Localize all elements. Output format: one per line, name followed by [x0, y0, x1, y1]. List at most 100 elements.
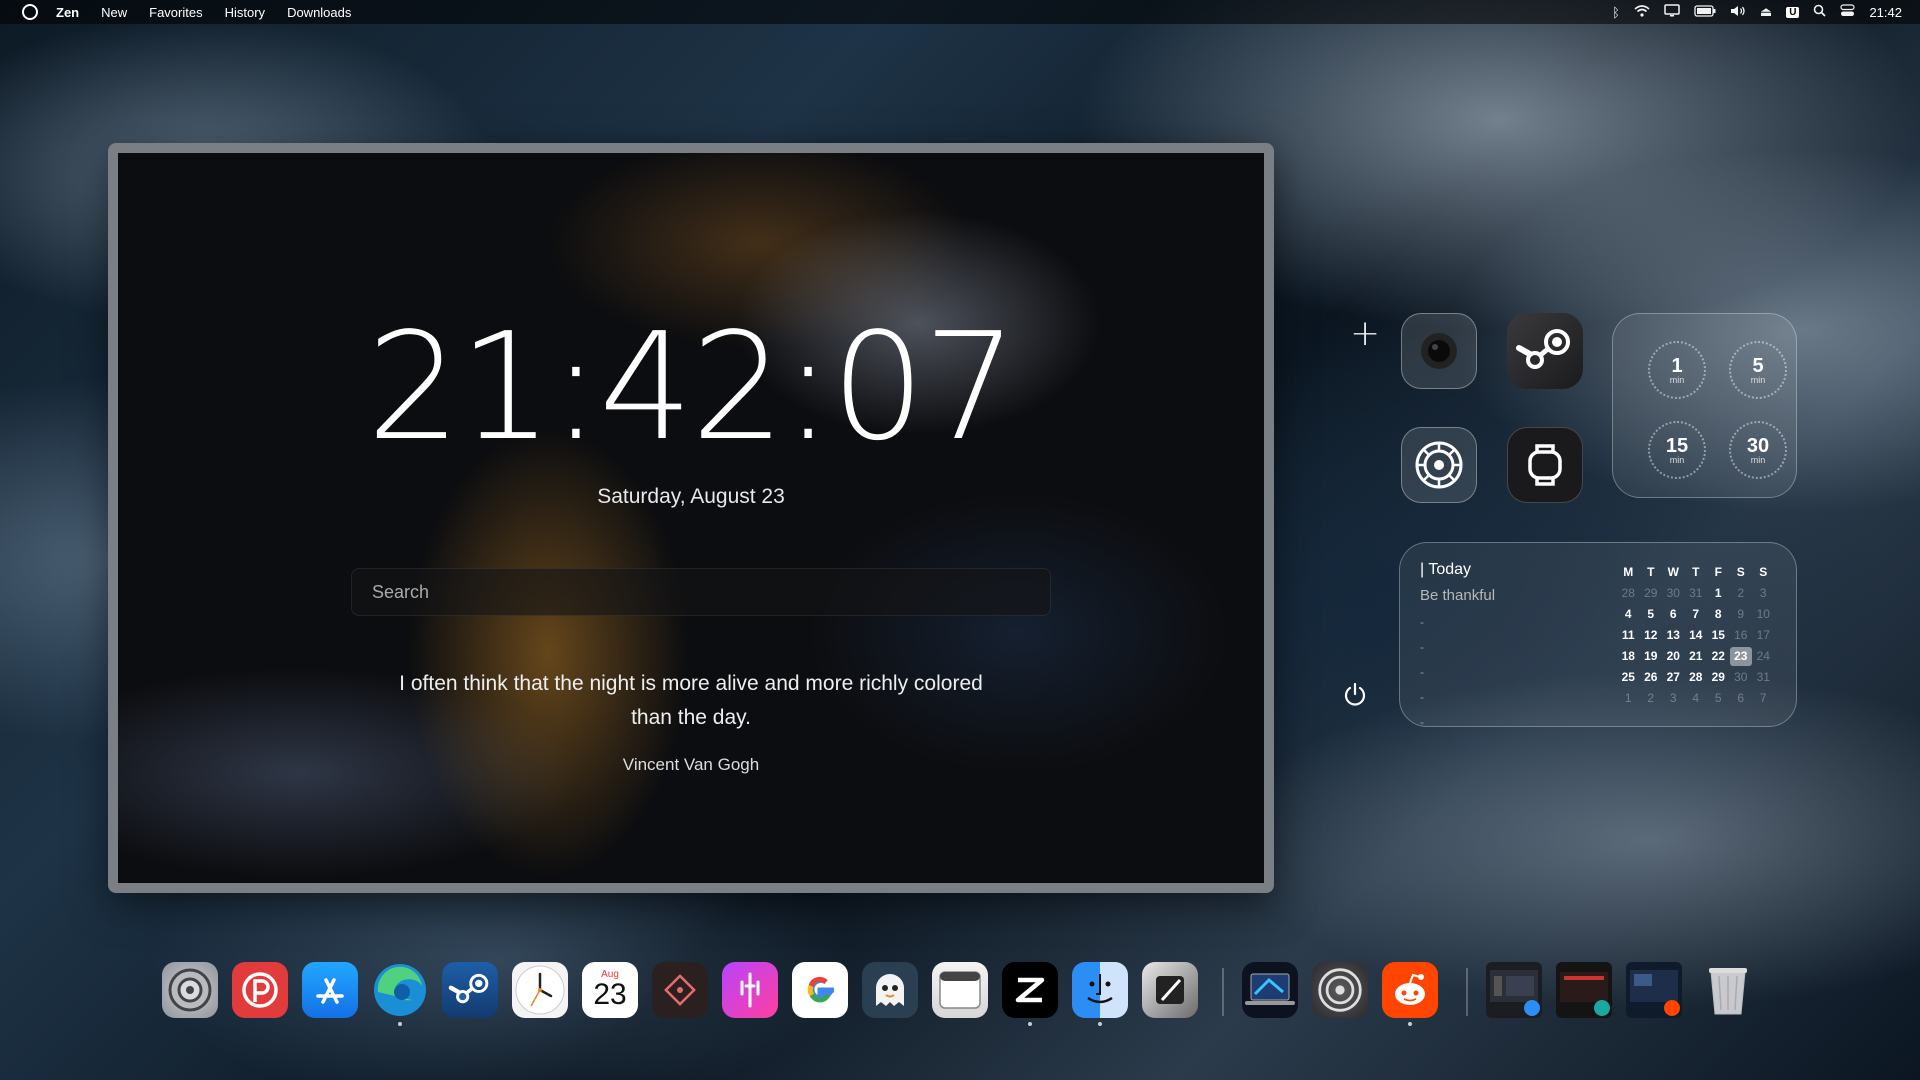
calendar-day[interactable]: 20 [1662, 647, 1685, 666]
steam-shortcut-tile[interactable] [1507, 313, 1583, 389]
gear-icon [1415, 441, 1463, 489]
menu-clock[interactable]: 21:42 [1869, 5, 1902, 20]
dock-calendar[interactable]: Aug 23 [582, 962, 638, 1018]
calendar-day[interactable]: 13 [1662, 626, 1685, 645]
calendar-day[interactable]: 3 [1662, 689, 1685, 708]
menu-app-name[interactable]: Zen [56, 5, 79, 20]
battery-icon[interactable] [1694, 4, 1716, 20]
calendar-day[interactable]: 21 [1685, 647, 1708, 666]
calendar-widget: | Today Be thankful - - - - - M T W T F S S 28 2… [1399, 542, 1797, 729]
system-menu-icon[interactable] [22, 4, 38, 20]
date-display: Saturday, August 23 [597, 485, 785, 508]
dock-editor-app[interactable] [1142, 962, 1198, 1018]
dock-app-store[interactable] [302, 962, 358, 1018]
dock-minimized-window-3[interactable] [1626, 962, 1682, 1018]
display-icon[interactable] [1664, 4, 1680, 20]
calendar-day[interactable]: 26 [1640, 668, 1663, 687]
calendar-day[interactable]: 31 [1752, 668, 1775, 687]
calendar-day[interactable]: 7 [1685, 605, 1708, 624]
menu-item-downloads[interactable]: Downloads [287, 5, 351, 20]
calendar-day[interactable]: 15 [1707, 626, 1730, 645]
calendar-day[interactable]: 16 [1730, 626, 1753, 645]
dock-system-settings[interactable] [162, 962, 218, 1018]
search-icon[interactable] [1813, 4, 1827, 20]
calendar-day[interactable]: 19 [1640, 647, 1663, 666]
dock-music-tool[interactable] [722, 962, 778, 1018]
control-center-icon[interactable] [1840, 4, 1856, 20]
calendar-day[interactable]: 11 [1617, 626, 1640, 645]
menu-item-new[interactable]: New [101, 5, 127, 20]
calendar-day[interactable]: 31 [1685, 584, 1708, 603]
calendar-day[interactable]: 17 [1752, 626, 1775, 645]
calendar-day[interactable]: 29 [1707, 668, 1730, 687]
dock-edge[interactable] [372, 962, 428, 1018]
calendar-day[interactable]: 8 [1707, 605, 1730, 624]
eject-icon[interactable]: ⏏ [1760, 4, 1772, 20]
timer-5-min[interactable]: 5 min [1729, 341, 1787, 399]
calendar-day[interactable]: 27 [1662, 668, 1685, 687]
script-diamond-icon [664, 974, 696, 1006]
calendar-day[interactable]: 12 [1640, 626, 1663, 645]
calendar-day[interactable]: 22 [1707, 647, 1730, 666]
calendar-day[interactable]: 18 [1617, 647, 1640, 666]
dock-finder[interactable] [1072, 962, 1128, 1018]
calendar-day[interactable]: 30 [1662, 584, 1685, 603]
user-badge[interactable]: U [1786, 6, 1800, 18]
calendar-day[interactable]: 2 [1640, 689, 1663, 708]
calendar-today-title: | Today [1420, 561, 1472, 578]
calendar-day[interactable]: 5 [1707, 689, 1730, 708]
calendar-day[interactable]: 28 [1617, 584, 1640, 603]
dock-laptop-app[interactable] [1242, 962, 1298, 1018]
calendar-day[interactable]: 14 [1685, 626, 1708, 645]
dock-settings-dark[interactable] [1312, 962, 1368, 1018]
power-icon[interactable] [1342, 682, 1368, 708]
add-widget-icon[interactable]: + [1350, 316, 1380, 352]
dock-notes-app[interactable] [932, 962, 988, 1018]
calendar-day[interactable]: 28 [1685, 668, 1708, 687]
calendar-day[interactable]: 29 [1640, 584, 1663, 603]
settings-shortcut-tile[interactable] [1401, 427, 1477, 503]
search-box[interactable] [351, 568, 1051, 616]
dock-pdf-app[interactable] [232, 962, 288, 1018]
dock-minimized-window-2[interactable] [1556, 962, 1612, 1018]
calendar-day[interactable]: 1 [1617, 689, 1640, 708]
timer-15-min[interactable]: 15 min [1648, 421, 1706, 479]
dock-trash[interactable] [1700, 962, 1756, 1018]
calendar-day[interactable]: 5 [1640, 605, 1663, 624]
calendar-day[interactable]: 23 [1729, 647, 1752, 666]
calendar-day[interactable]: 4 [1685, 689, 1708, 708]
menu-item-history[interactable]: History [225, 5, 265, 20]
dock-ghost-app[interactable] [862, 962, 918, 1018]
wifi-icon[interactable] [1634, 4, 1650, 20]
calendar-day[interactable]: 1 [1707, 584, 1730, 603]
calendar-day[interactable]: 25 [1617, 668, 1640, 687]
dock-reddit[interactable] [1382, 962, 1438, 1018]
dock-script-app[interactable] [652, 962, 708, 1018]
watch-shortcut-tile[interactable] [1507, 427, 1583, 503]
window-thumbnail-icon [1490, 970, 1540, 1016]
menu-item-favorites[interactable]: Favorites [149, 5, 202, 20]
calendar-day[interactable]: 10 [1752, 605, 1775, 624]
timer-30-min[interactable]: 30 min [1729, 421, 1787, 479]
trash-icon [1709, 968, 1747, 1015]
dock-steam[interactable] [442, 962, 498, 1018]
search-input[interactable] [370, 580, 1032, 604]
calendar-note[interactable]: Be thankful [1420, 587, 1495, 604]
calendar-day[interactable]: 30 [1730, 668, 1753, 687]
calendar-day[interactable]: 3 [1752, 584, 1775, 603]
camera-shortcut-tile[interactable] [1401, 313, 1477, 389]
bluetooth-icon[interactable]: ᛒ [1612, 5, 1620, 20]
calendar-day[interactable]: 4 [1617, 605, 1640, 624]
calendar-day[interactable]: 24 [1752, 647, 1775, 666]
calendar-day[interactable]: 9 [1730, 605, 1753, 624]
dock-minimized-window-1[interactable] [1486, 962, 1542, 1018]
calendar-day[interactable]: 6 [1662, 605, 1685, 624]
timer-1-min[interactable]: 1 min [1648, 341, 1706, 399]
calendar-day[interactable]: 2 [1730, 584, 1753, 603]
calendar-day[interactable]: 7 [1752, 689, 1775, 708]
volume-icon[interactable] [1730, 5, 1746, 20]
dock-clock[interactable] [512, 962, 568, 1018]
calendar-day[interactable]: 6 [1730, 689, 1753, 708]
dock-zen-browser[interactable] [1002, 962, 1058, 1018]
dock-google[interactable] [792, 962, 848, 1018]
